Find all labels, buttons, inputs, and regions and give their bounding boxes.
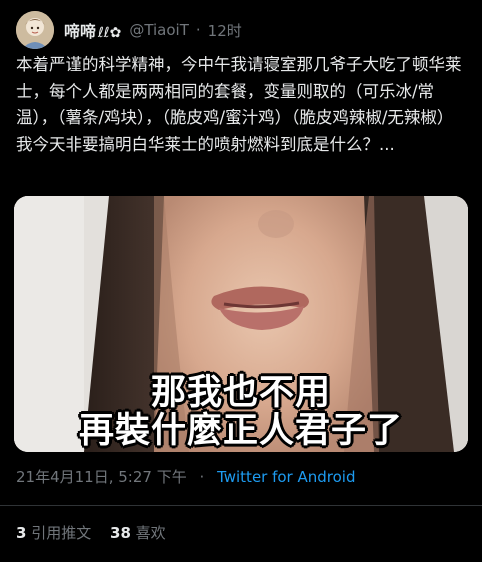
display-name[interactable]: 啼啼 ℓℓ✿: [64, 18, 121, 42]
header-separator: ·: [195, 21, 201, 39]
source-link[interactable]: Twitter for Android: [217, 468, 355, 486]
handle[interactable]: @TiaoiT: [129, 21, 189, 39]
tweet-meta: 21年4月11日, 5:27 下午 · Twitter for Android: [16, 466, 356, 487]
avatar[interactable]: [16, 11, 54, 49]
likes-count: 38: [110, 524, 131, 542]
avatar-image: [16, 11, 54, 49]
display-name-text: 啼啼: [64, 22, 97, 41]
likes-stat[interactable]: 38 喜欢: [110, 524, 166, 542]
name-emoji-icon: ℓℓ✿: [98, 25, 122, 41]
quote-tweets-count: 3: [16, 524, 27, 542]
tweet-text: 本着严谨的科学精神，今中午我请寝室那几爷子大吃了顿华莱士，每个人都是两两相同的套…: [16, 55, 462, 154]
likes-label: 喜欢: [135, 524, 166, 542]
timestamp-relative[interactable]: 12时: [208, 20, 242, 41]
tweet-header: 啼啼 ℓℓ✿ @TiaoiT · 12时: [16, 10, 242, 50]
tweet-stats: 3 引用推文 38 喜欢: [16, 522, 180, 543]
tweet-media[interactable]: 那我也不用 再裝什麼正人君子了: [14, 196, 468, 452]
quote-tweets-label: 引用推文: [31, 524, 92, 542]
media-caption-line-2: 再裝什麼正人君子了: [78, 410, 403, 451]
quote-tweets-stat[interactable]: 3 引用推文: [16, 524, 91, 542]
divider: [0, 505, 482, 506]
meta-separator: ·: [199, 468, 205, 486]
tweet-card: 啼啼 ℓℓ✿ @TiaoiT · 12时 本着严谨的科学精神，今中午我请寝室那几爷…: [0, 0, 482, 562]
timestamp-full[interactable]: 21年4月11日, 5:27 下午: [16, 468, 187, 486]
